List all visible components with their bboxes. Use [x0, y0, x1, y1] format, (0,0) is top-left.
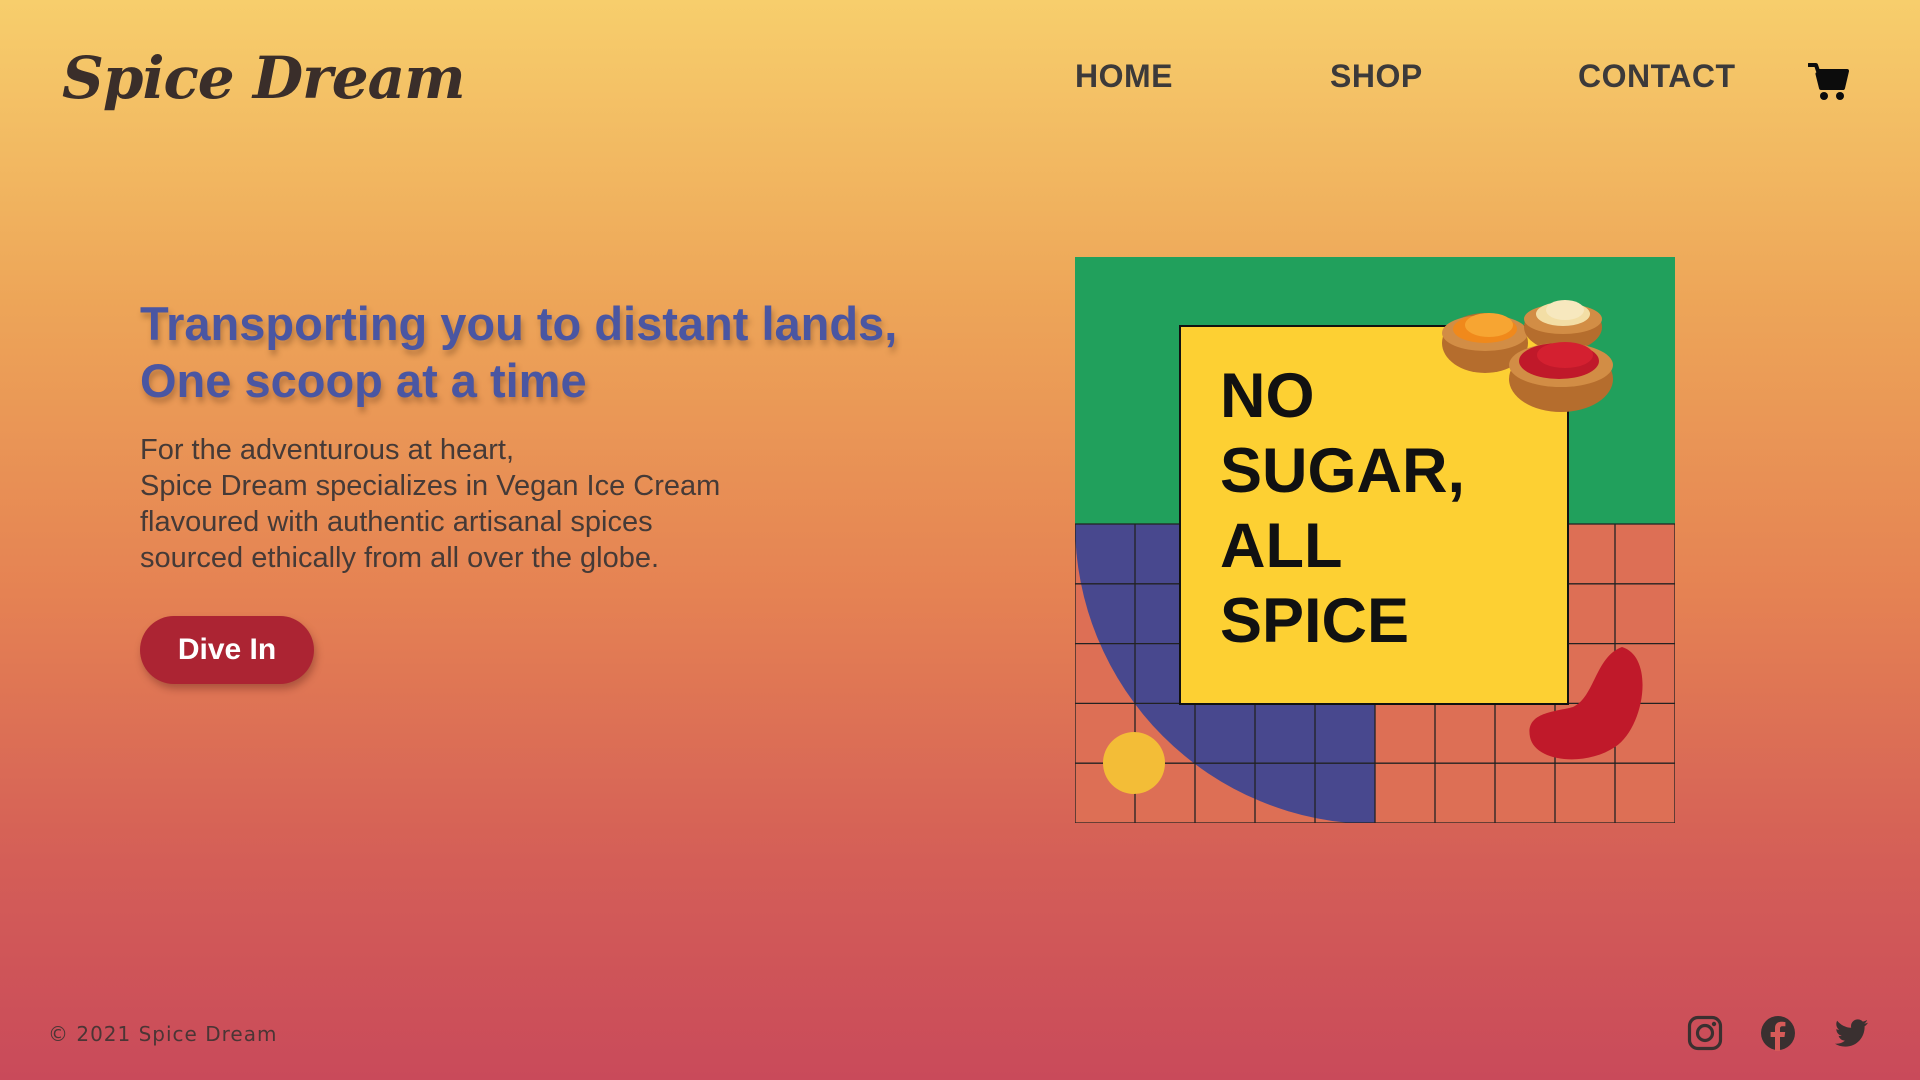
yellow-dot — [1103, 732, 1165, 794]
nav-contact-link[interactable]: CONTACT — [1578, 58, 1736, 95]
dive-in-button[interactable]: Dive In — [140, 616, 314, 684]
description-line: For the adventurous at heart, — [140, 434, 514, 466]
nav-shop-link[interactable]: SHOP — [1330, 58, 1423, 95]
slogan-line: NO — [1220, 361, 1315, 431]
cart-icon[interactable] — [1808, 62, 1850, 102]
copyright-text: © 2021 Spice Dream — [48, 1022, 278, 1046]
twitter-icon[interactable] — [1834, 1015, 1870, 1051]
hero-illustration: NO SUGAR, ALL SPICE — [1075, 257, 1675, 823]
slogan-line: SPICE — [1220, 586, 1409, 656]
facebook-icon[interactable] — [1760, 1015, 1796, 1051]
headline-line-2: One scoop at a time — [140, 354, 587, 407]
main-nav: HOME SHOP CONTACT — [0, 58, 1920, 108]
hero-description: For the adventurous at heart, Spice Drea… — [140, 432, 860, 576]
description-line: flavoured with authentic artisanal spice… — [140, 506, 653, 538]
nav-home-link[interactable]: HOME — [1075, 58, 1173, 95]
slogan-line: SUGAR, — [1220, 436, 1465, 506]
hero-headline: Transporting you to distant lands, One s… — [140, 295, 980, 409]
description-line: sourced ethically from all over the glob… — [140, 542, 660, 574]
description-line: Spice Dream specializes in Vegan Ice Cre… — [140, 470, 721, 502]
slogan-line: ALL — [1220, 511, 1342, 581]
headline-line-1: Transporting you to distant lands, — [140, 297, 898, 350]
instagram-icon[interactable] — [1687, 1015, 1723, 1051]
